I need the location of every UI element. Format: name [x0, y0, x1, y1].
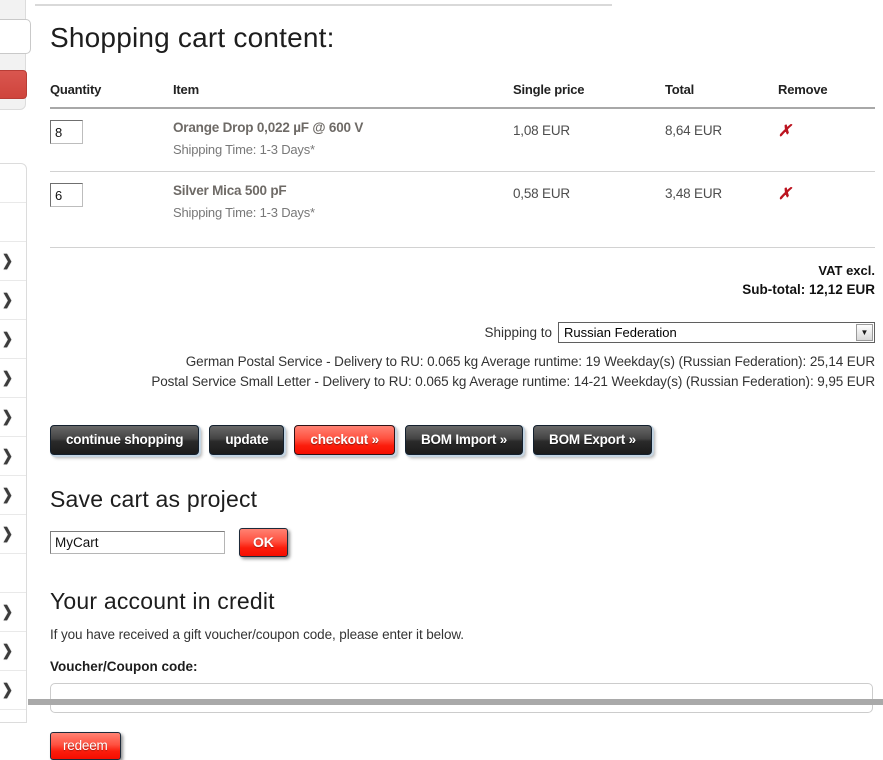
chevron-down-icon: ▼	[860, 327, 869, 337]
chevron-right-icon: ❯	[2, 602, 13, 621]
item-shipping-time: Shipping Time: 1-3 Days*	[173, 142, 315, 157]
item-name: Silver Mica 500 pF	[173, 183, 287, 198]
chevron-right-icon: ❯	[2, 368, 13, 387]
sidebar: ❯ ❯ ❯ ❯ ❯ ❯ ❯ ❯ ❯ ❯ ❯	[0, 0, 31, 723]
sidebar-item[interactable]: ❯	[0, 281, 26, 320]
shipping-to-label: Shipping to	[484, 325, 552, 340]
update-button[interactable]: update	[209, 425, 285, 455]
item-single-price: 0,58 EUR	[513, 186, 570, 201]
sidebar-search-panel	[0, 0, 31, 110]
sidebar-item[interactable]: ❯	[0, 515, 26, 554]
sidebar-item[interactable]: ❯	[0, 320, 26, 359]
quantity-input[interactable]	[50, 120, 83, 144]
sidebar-menu: ❯ ❯ ❯ ❯ ❯ ❯ ❯ ❯ ❯ ❯ ❯	[0, 163, 27, 723]
sidebar-item[interactable]	[0, 554, 26, 593]
sidebar-item[interactable]	[0, 203, 26, 242]
bom-import-button[interactable]: BOM Import »	[404, 425, 524, 455]
subtotal: Sub-total: 12,12 EUR	[742, 282, 875, 297]
vat-note: VAT excl.	[818, 263, 875, 278]
remove-item-icon[interactable]: ✗	[778, 120, 791, 141]
item-total-price: 3,48 EUR	[665, 186, 722, 201]
col-header-quantity: Quantity	[50, 82, 102, 97]
item-shipping-time: Shipping Time: 1-3 Days*	[173, 205, 315, 220]
sidebar-item[interactable]: ❯	[0, 359, 26, 398]
sidebar-search-button[interactable]	[0, 70, 27, 99]
sidebar-item[interactable]	[0, 164, 26, 203]
shipping-row: Shipping to Russian Federation ▼	[50, 322, 875, 343]
chevron-right-icon: ❯	[2, 290, 13, 309]
sidebar-item[interactable]: ❯	[0, 671, 26, 710]
cart-totals: VAT excl. Sub-total: 12,12 EUR	[50, 261, 875, 299]
sidebar-item[interactable]: ❯	[0, 476, 26, 515]
chevron-right-icon: ❯	[2, 407, 13, 426]
main-content: Shopping cart content: Quantity Item Sin…	[50, 0, 875, 760]
shipping-country-value: Russian Federation	[564, 325, 677, 340]
chevron-right-icon: ❯	[2, 446, 13, 465]
sidebar-item[interactable]: ❯	[0, 242, 26, 281]
voucher-code-input[interactable]	[50, 683, 873, 713]
sidebar-item[interactable]: ❯	[0, 398, 26, 437]
cart-table-header: Quantity Item Single price Total Remove	[50, 68, 875, 109]
shipping-options-info: German Postal Service - Delivery to RU: …	[50, 352, 875, 392]
page-title: Shopping cart content:	[50, 22, 335, 53]
checkout-button[interactable]: checkout »	[294, 425, 395, 455]
item-name: Orange Drop 0,022 µF @ 600 V	[173, 120, 364, 135]
item-single-price: 1,08 EUR	[513, 123, 570, 138]
sidebar-item[interactable]: ❯	[0, 632, 26, 671]
sidebar-item[interactable]: ❯	[0, 437, 26, 476]
remove-item-icon[interactable]: ✗	[778, 183, 791, 204]
chevron-right-icon: ❯	[2, 524, 13, 543]
cart-row: Orange Drop 0,022 µF @ 600 V Shipping Ti…	[50, 109, 875, 172]
chevron-right-icon: ❯	[2, 251, 13, 270]
credit-heading: Your account in credit	[50, 588, 275, 614]
save-cart-row: OK	[50, 528, 875, 557]
chevron-right-icon: ❯	[2, 680, 13, 699]
col-header-item: Item	[173, 82, 199, 97]
cart-table: Quantity Item Single price Total Remove …	[50, 68, 875, 248]
chevron-right-icon: ❯	[2, 641, 13, 660]
voucher-code-label: Voucher/Coupon code:	[50, 659, 198, 674]
chevron-right-icon: ❯	[2, 329, 13, 348]
sidebar-item[interactable]: ❯	[0, 593, 26, 632]
quantity-input[interactable]	[50, 183, 83, 207]
shipping-option-line: Postal Service Small Letter - Delivery t…	[151, 374, 875, 389]
cart-name-input[interactable]	[50, 531, 225, 554]
col-header-single-price: Single price	[513, 82, 585, 97]
select-dropdown-button[interactable]: ▼	[856, 324, 873, 341]
chevron-right-icon: ❯	[2, 485, 13, 504]
footer-bar	[28, 699, 883, 705]
shipping-option-line: German Postal Service - Delivery to RU: …	[185, 354, 875, 369]
redeem-button[interactable]: redeem	[50, 732, 121, 760]
shipping-country-select[interactable]: Russian Federation ▼	[558, 322, 875, 343]
bom-export-button[interactable]: BOM Export »	[533, 425, 652, 455]
sidebar-search-input[interactable]	[0, 19, 31, 54]
cart-actions: continue shopping update checkout » BOM …	[50, 425, 875, 455]
continue-shopping-button[interactable]: continue shopping	[50, 425, 200, 455]
cart-row: Silver Mica 500 pF Shipping Time: 1-3 Da…	[50, 172, 875, 248]
col-header-total: Total	[665, 82, 695, 97]
credit-description: If you have received a gift voucher/coup…	[50, 627, 464, 642]
item-total-price: 8,64 EUR	[665, 123, 722, 138]
col-header-remove: Remove	[778, 82, 828, 97]
save-cart-ok-button[interactable]: OK	[239, 528, 288, 557]
save-cart-heading: Save cart as project	[50, 486, 258, 512]
